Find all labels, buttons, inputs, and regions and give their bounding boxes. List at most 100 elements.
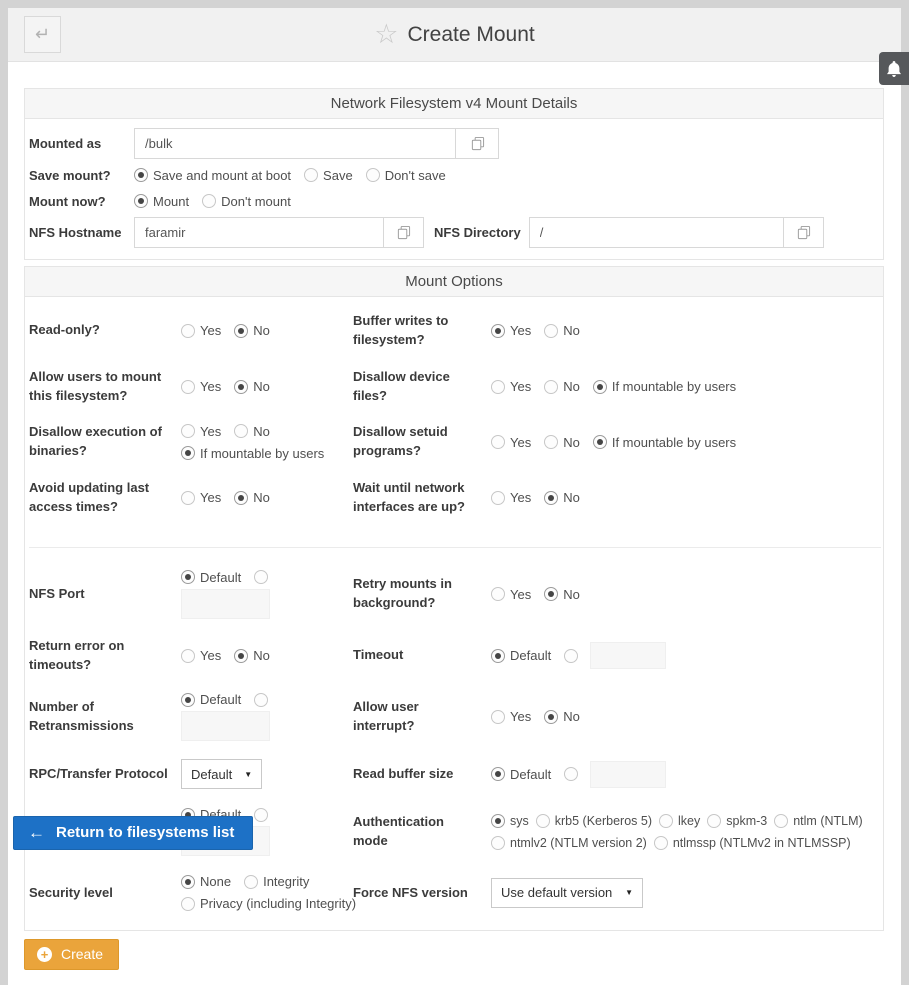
radio-option[interactable]: No	[544, 435, 580, 450]
radio-icon[interactable]	[491, 710, 505, 724]
radio-icon[interactable]	[244, 875, 258, 889]
rpc-protocol-select[interactable]: Default ▼	[181, 759, 262, 789]
radio-option[interactable]: Yes	[181, 648, 221, 663]
radio-selected-icon[interactable]	[544, 491, 558, 505]
radio-option[interactable]	[254, 693, 268, 707]
return-to-filesystems-button[interactable]: ← Return to filesystems list	[13, 816, 253, 850]
radio-option[interactable]: Privacy (including Integrity)	[181, 896, 356, 911]
radio-icon[interactable]	[544, 435, 558, 449]
radio-selected-icon[interactable]	[181, 570, 195, 584]
radio-option[interactable]: If mountable by users	[593, 379, 736, 394]
create-button[interactable]: + Create	[24, 939, 119, 970]
radio-option[interactable]	[564, 767, 578, 781]
radio-icon[interactable]	[181, 380, 195, 394]
radio-icon[interactable]	[654, 836, 668, 850]
radio-option[interactable]: krb5 (Kerberos 5)	[536, 814, 652, 828]
radio-icon[interactable]	[491, 380, 505, 394]
radio-option[interactable]: No	[234, 490, 270, 505]
radio-option[interactable]: Yes	[181, 490, 221, 505]
radio-icon[interactable]	[181, 491, 195, 505]
radio-option[interactable]: No	[234, 424, 270, 439]
radio-option[interactable]: Yes	[491, 379, 531, 394]
radio-icon[interactable]	[366, 168, 380, 182]
radio-option[interactable]: No	[544, 379, 580, 394]
radio-option[interactable]: Don't mount	[202, 194, 291, 209]
radio-option[interactable]: sys	[491, 814, 529, 828]
radio-option[interactable]: ntlmssp (NTLMv2 in NTLMSSP)	[654, 836, 851, 850]
radio-selected-icon[interactable]	[491, 814, 505, 828]
radio-option[interactable]: spkm-3	[707, 814, 767, 828]
radio-option[interactable]: If mountable by users	[593, 435, 736, 450]
radio-icon[interactable]	[254, 808, 268, 822]
radio-icon[interactable]	[202, 194, 216, 208]
copy-button[interactable]	[384, 217, 424, 248]
radio-option[interactable]: Yes	[491, 490, 531, 505]
radio-option[interactable]: Default	[491, 648, 551, 663]
radio-option[interactable]: Save	[304, 168, 353, 183]
radio-icon[interactable]	[491, 435, 505, 449]
radio-option[interactable]: No	[234, 323, 270, 338]
radio-option[interactable]: None	[181, 874, 231, 889]
radio-icon[interactable]	[536, 814, 550, 828]
radio-option[interactable]: Integrity	[244, 874, 309, 889]
force-version-select[interactable]: Use default version ▼	[491, 878, 643, 908]
radio-selected-icon[interactable]	[491, 767, 505, 781]
retransmissions-input[interactable]	[181, 711, 270, 741]
back-button[interactable]: ↵	[24, 16, 61, 53]
radio-selected-icon[interactable]	[593, 435, 607, 449]
radio-option[interactable]: Yes	[181, 379, 221, 394]
radio-icon[interactable]	[254, 570, 268, 584]
notifications-tab[interactable]	[879, 52, 909, 85]
timeout-input[interactable]	[590, 642, 666, 669]
radio-icon[interactable]	[181, 324, 195, 338]
radio-option[interactable]: Mount	[134, 194, 189, 209]
radio-option[interactable]: lkey	[659, 814, 700, 828]
radio-option[interactable]: Don't save	[366, 168, 446, 183]
radio-selected-icon[interactable]	[544, 587, 558, 601]
radio-selected-icon[interactable]	[593, 380, 607, 394]
radio-icon[interactable]	[707, 814, 721, 828]
radio-selected-icon[interactable]	[134, 168, 148, 182]
radio-option[interactable]: No	[234, 648, 270, 663]
radio-icon[interactable]	[234, 424, 248, 438]
radio-option[interactable]: No	[234, 379, 270, 394]
radio-icon[interactable]	[181, 897, 195, 911]
radio-option[interactable]: Yes	[491, 709, 531, 724]
radio-option[interactable]: No	[544, 587, 580, 602]
radio-option[interactable]	[254, 808, 268, 822]
nfs-directory-input[interactable]	[529, 217, 784, 248]
radio-option[interactable]: No	[544, 323, 580, 338]
radio-selected-icon[interactable]	[234, 491, 248, 505]
favorite-star-icon[interactable]: ☆	[374, 21, 398, 48]
radio-selected-icon[interactable]	[234, 649, 248, 663]
copy-button[interactable]	[456, 128, 499, 159]
radio-selected-icon[interactable]	[181, 875, 195, 889]
radio-icon[interactable]	[254, 693, 268, 707]
radio-option[interactable]: Save and mount at boot	[134, 168, 291, 183]
radio-option[interactable]: Yes	[491, 435, 531, 450]
radio-icon[interactable]	[304, 168, 318, 182]
radio-icon[interactable]	[181, 649, 195, 663]
radio-option[interactable]: ntlm (NTLM)	[774, 814, 862, 828]
radio-option[interactable]: No	[544, 490, 580, 505]
radio-option[interactable]: If mountable by users	[181, 446, 324, 461]
radio-option[interactable]: Yes	[491, 323, 531, 338]
radio-selected-icon[interactable]	[491, 649, 505, 663]
copy-button[interactable]	[784, 217, 824, 248]
radio-selected-icon[interactable]	[181, 693, 195, 707]
radio-option[interactable]: Default	[181, 570, 241, 585]
radio-icon[interactable]	[491, 587, 505, 601]
mounted-as-input[interactable]	[134, 128, 456, 159]
radio-icon[interactable]	[564, 767, 578, 781]
radio-selected-icon[interactable]	[491, 324, 505, 338]
radio-option[interactable]: Yes	[181, 424, 221, 439]
radio-option[interactable]	[564, 649, 578, 663]
nfs-hostname-input[interactable]	[134, 217, 384, 248]
radio-option[interactable]	[254, 570, 268, 584]
radio-selected-icon[interactable]	[234, 380, 248, 394]
nfs-port-input[interactable]	[181, 589, 270, 619]
radio-option[interactable]: Yes	[491, 587, 531, 602]
radio-icon[interactable]	[659, 814, 673, 828]
radio-option[interactable]: ntmlv2 (NTLM version 2)	[491, 836, 647, 850]
radio-selected-icon[interactable]	[234, 324, 248, 338]
